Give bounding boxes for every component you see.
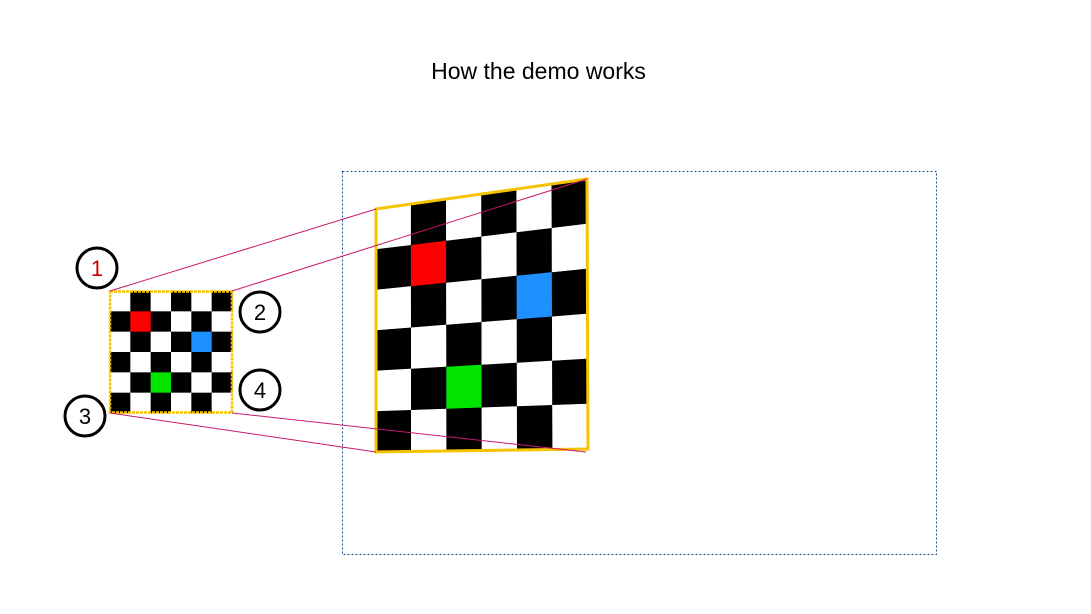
slide: How the demo works 1 2 3 4 [0,0,1091,614]
corner-label-2: 2 [254,300,266,325]
source-cell [110,331,131,353]
source-cell [110,392,131,414]
warped-checkerboard [375,178,589,453]
warped-cell [446,321,483,368]
source-cell [171,331,192,353]
warped-cell [516,272,553,320]
warped-cell [410,408,448,452]
source-cell [110,372,131,393]
source-cell [130,392,151,414]
source-cell [150,352,172,373]
source-cell [130,352,151,373]
source-cell [211,291,233,312]
warped-cell [552,358,589,406]
warped-cell [446,407,483,452]
source-cell [171,372,192,393]
source-cell [150,331,172,353]
corner-label-1: 1 [91,256,103,281]
corner-badge-2: 2 [238,290,282,334]
warped-cell [410,282,447,329]
warped-cell [375,368,412,412]
warped-cell [516,316,553,364]
warped-cell [481,232,518,280]
source-cell [150,372,172,393]
corner-badge-3: 3 [63,394,107,438]
warped-cell [551,268,588,318]
source-cell [130,291,151,312]
source-cell [110,352,131,373]
connector-line-1 [109,208,377,292]
connector-line-3 [109,412,377,453]
source-cell [191,331,212,353]
source-cell [110,311,131,332]
warped-cell [551,313,589,362]
warped-cell [375,286,412,331]
corner-label-4: 4 [254,378,266,403]
source-cell [110,291,131,312]
warped-cell [446,236,483,284]
source-cell [191,372,212,393]
warped-cell [410,324,447,370]
warped-cell [552,403,589,450]
warped-cell [516,360,553,407]
source-cell [211,392,233,414]
corner-label-3: 3 [79,404,91,429]
corner-badge-4: 4 [238,368,282,412]
warped-cell [516,227,553,277]
source-cell [191,311,212,332]
source-cell [171,392,192,414]
warped-cell [410,198,447,246]
source-cell [150,311,172,332]
homography-diagram: 1 2 3 4 [63,171,937,555]
source-cell [130,331,151,353]
source-cell [171,311,192,332]
corner-badge-1: 1 [75,246,119,290]
warped-cell [481,362,518,409]
warped-cell [446,364,483,410]
warped-cell [410,240,447,287]
source-cell [191,392,212,414]
source-cell [130,311,151,332]
warped-cell [446,279,483,326]
warped-cell [481,188,518,238]
warped-cell [481,275,518,323]
source-cell [150,392,172,414]
warped-cell [375,203,412,250]
source-cell [211,331,233,353]
warped-cell [516,404,554,451]
source-cell [211,311,233,332]
source-cell [211,352,233,373]
warped-cell [375,244,412,291]
source-cell [130,372,151,393]
warped-cell [551,223,588,273]
source-checkerboard [110,291,233,414]
source-cell [150,291,172,312]
source-cell [191,352,212,373]
source-cell [211,372,233,393]
warped-cell [551,178,588,229]
warped-cell [375,327,412,372]
warped-cell [410,366,447,411]
source-cell [171,352,192,373]
source-cell [191,291,212,312]
warped-cell [481,319,518,366]
source-cell [171,291,192,312]
